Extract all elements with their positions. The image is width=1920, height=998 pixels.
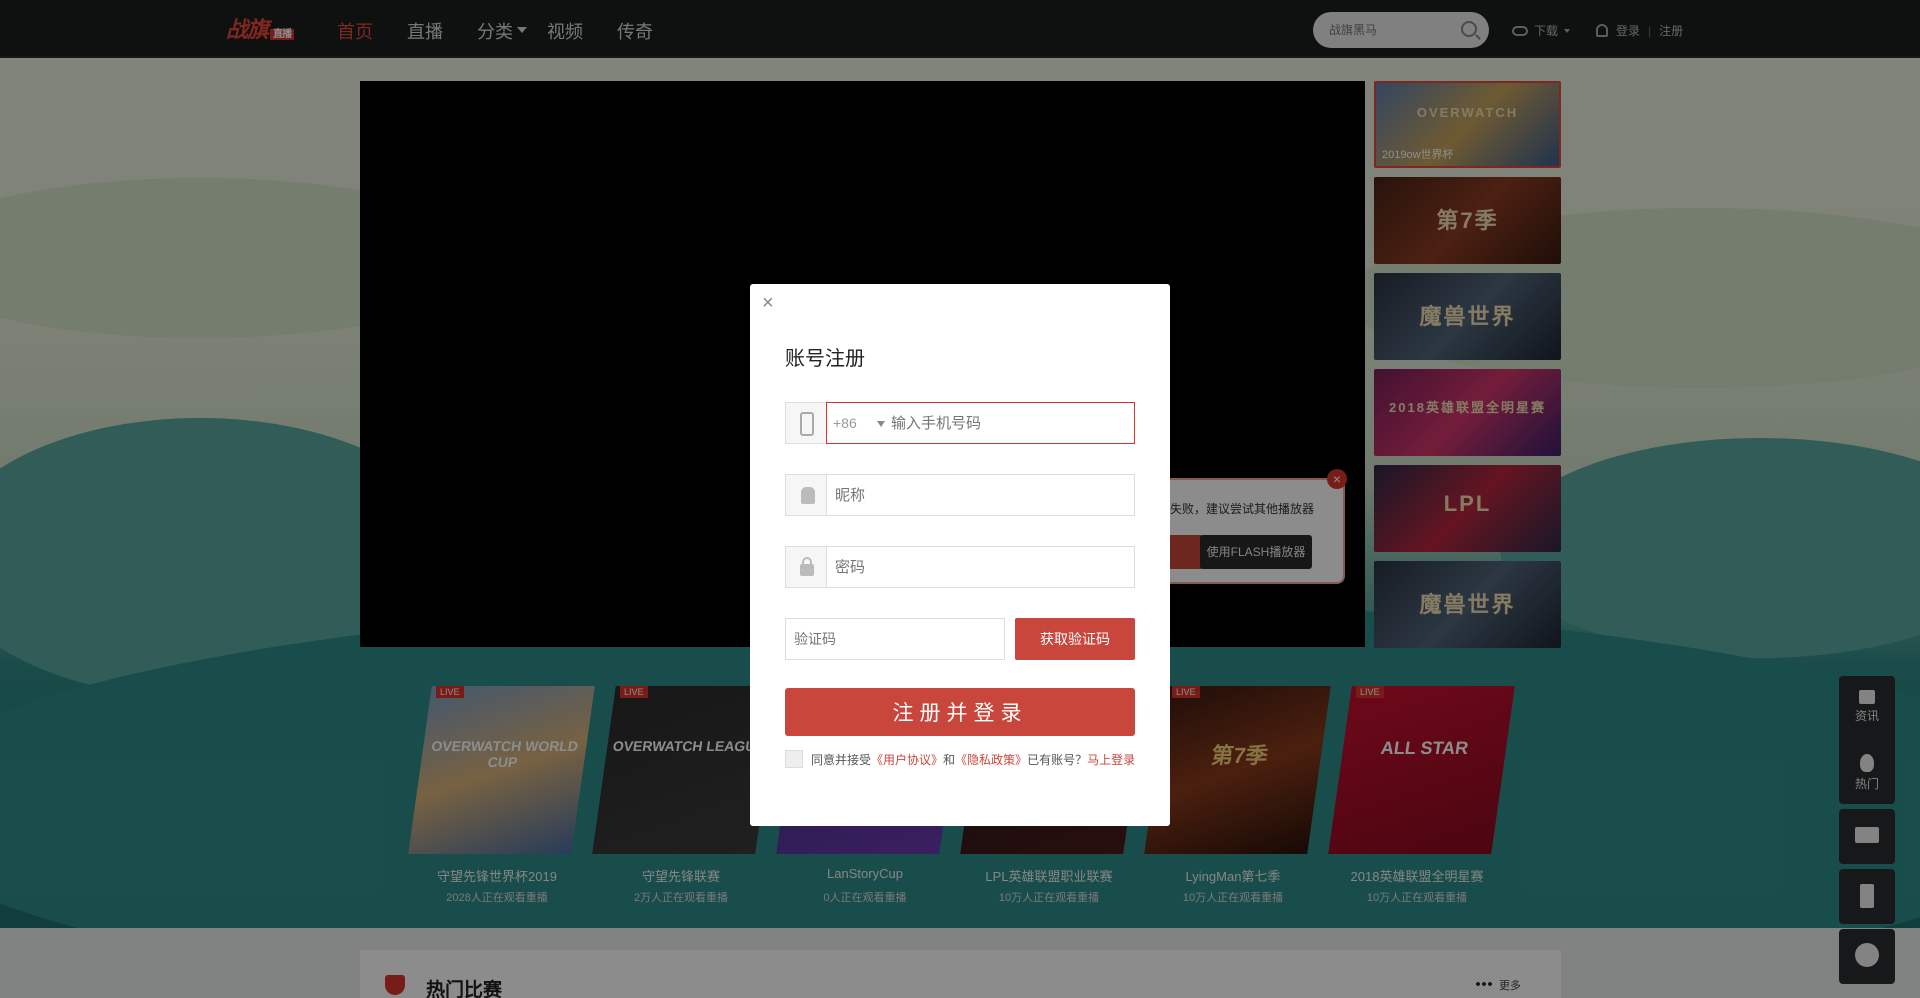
register-login-button[interactable]: 注册并登录: [785, 688, 1135, 736]
register-modal: × 账号注册 +86 获取验证码 注册并登录 同意并接受 《用户协议》 和 《隐…: [750, 284, 1170, 826]
close-icon[interactable]: ×: [762, 292, 774, 315]
verification-code-input[interactable]: [786, 619, 1004, 659]
nickname-row: [785, 474, 1135, 516]
chevron-down-icon: [877, 421, 885, 427]
privacy-policy-link[interactable]: 《隐私政策》: [955, 751, 1027, 768]
agree-prefix: 同意并接受: [811, 752, 872, 767]
country-code-select[interactable]: +86: [833, 415, 857, 431]
password-row: [785, 546, 1135, 588]
phone-field: +86: [826, 402, 1135, 444]
agree-and: 和: [943, 752, 956, 767]
login-now-link[interactable]: 马上登录: [1087, 751, 1135, 768]
modal-title: 账号注册: [785, 348, 865, 370]
agreement-row: 同意并接受 《用户协议》 和 《隐私政策》 已有账号？ 马上登录: [785, 750, 1135, 768]
mobile-phone-icon: [800, 412, 814, 436]
password-icon-cell: [785, 546, 827, 588]
agree-checkbox[interactable]: [785, 750, 803, 768]
phone-icon-cell: [785, 402, 827, 444]
tag-icon: [801, 487, 815, 504]
nickname-input[interactable]: [827, 475, 1134, 515]
password-input[interactable]: [827, 547, 1134, 587]
password-field: [826, 546, 1135, 588]
user-agreement-link[interactable]: 《用户协议》: [871, 751, 943, 768]
lock-icon: [800, 557, 814, 576]
has-account-text: 已有账号？: [1027, 752, 1088, 767]
phone-row: +86: [785, 402, 1135, 444]
code-field: [785, 618, 1005, 660]
get-code-button[interactable]: 获取验证码: [1015, 618, 1135, 660]
phone-input[interactable]: [827, 403, 1134, 443]
nickname-icon-cell: [785, 474, 827, 516]
nickname-field: [826, 474, 1135, 516]
